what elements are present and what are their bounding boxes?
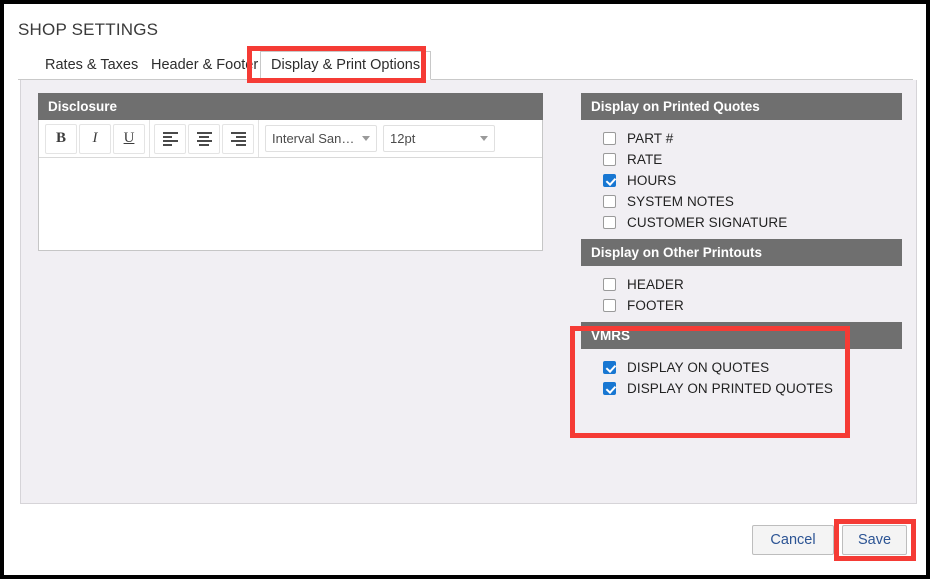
align-left-icon — [163, 132, 178, 146]
tab-rates-and-taxes[interactable]: Rates & Taxes — [34, 51, 149, 80]
option-display-on-quotes[interactable]: DISPLAY ON QUOTES — [581, 357, 902, 378]
option-hours[interactable]: HOURS — [581, 170, 902, 191]
other-printouts-list: HEADER FOOTER — [581, 266, 902, 322]
cancel-button[interactable]: Cancel — [752, 525, 834, 555]
system-notes-checkbox[interactable] — [603, 195, 616, 208]
printed-quotes-list: PART # RATE HOURS SYSTEM NOTES — [581, 120, 902, 239]
option-label: HEADER — [627, 277, 684, 292]
tab-display-and-print-options[interactable]: Display & Print Options — [260, 51, 431, 80]
shop-settings-window: SHOP SETTINGS Rates & Taxes Header & Foo… — [0, 0, 930, 579]
option-rate[interactable]: RATE — [581, 149, 902, 170]
chevron-down-icon — [362, 136, 370, 141]
display-on-printed-quotes-checkbox[interactable] — [603, 382, 616, 395]
option-display-on-printed-quotes[interactable]: DISPLAY ON PRINTED QUOTES — [581, 378, 902, 399]
underline-button[interactable]: U — [113, 124, 145, 154]
tab-strip: Rates & Taxes Header & Footer Display & … — [18, 51, 913, 80]
settings-panel: Disclosure B I U — [20, 80, 917, 504]
font-family-select[interactable]: Interval San… — [265, 125, 377, 152]
font-size-select[interactable]: 12pt — [383, 125, 495, 152]
text-style-group: B I U — [41, 120, 150, 157]
other-printouts-header: Display on Other Printouts — [581, 239, 902, 266]
printed-quotes-header: Display on Printed Quotes — [581, 93, 902, 120]
footer-checkbox[interactable] — [603, 299, 616, 312]
option-header[interactable]: HEADER — [581, 274, 902, 295]
disclosure-section: Disclosure B I U — [38, 93, 543, 251]
bold-icon: B — [56, 130, 66, 147]
display-on-quotes-checkbox[interactable] — [603, 361, 616, 374]
option-system-notes[interactable]: SYSTEM NOTES — [581, 191, 902, 212]
vmrs-header: VMRS — [581, 322, 902, 349]
hours-checkbox[interactable] — [603, 174, 616, 187]
option-label: DISPLAY ON QUOTES — [627, 360, 769, 375]
font-family-value: Interval San… — [272, 131, 354, 146]
bold-button[interactable]: B — [45, 124, 77, 154]
save-button[interactable]: Save — [842, 525, 907, 555]
italic-button[interactable]: I — [79, 124, 111, 154]
alignment-group — [150, 120, 259, 157]
align-center-icon — [197, 132, 212, 146]
font-group: Interval San… 12pt — [259, 120, 501, 157]
display-options-column: Display on Printed Quotes PART # RATE HO… — [581, 93, 902, 413]
header-checkbox[interactable] — [603, 278, 616, 291]
italic-icon: I — [93, 130, 98, 147]
part-number-checkbox[interactable] — [603, 132, 616, 145]
option-label: PART # — [627, 131, 673, 146]
option-customer-signature[interactable]: CUSTOMER SIGNATURE — [581, 212, 902, 233]
other-printouts-section: Display on Other Printouts HEADER FOOTER — [581, 239, 902, 322]
vmrs-section: VMRS DISPLAY ON QUOTES DISPLAY ON PRINTE… — [581, 322, 902, 413]
printed-quotes-section: Display on Printed Quotes PART # RATE HO… — [581, 93, 902, 239]
tab-header-and-footer[interactable]: Header & Footer — [140, 51, 269, 80]
underline-icon: U — [124, 130, 135, 147]
option-label: CUSTOMER SIGNATURE — [627, 215, 787, 230]
option-label: HOURS — [627, 173, 676, 188]
font-size-value: 12pt — [390, 131, 415, 146]
vmrs-list: DISPLAY ON QUOTES DISPLAY ON PRINTED QUO… — [581, 349, 902, 413]
disclosure-editor: B I U — [38, 120, 543, 251]
align-right-button[interactable] — [222, 124, 254, 154]
page-title: SHOP SETTINGS — [18, 20, 158, 40]
disclosure-section-header: Disclosure — [38, 93, 543, 120]
customer-signature-checkbox[interactable] — [603, 216, 616, 229]
editor-toolbar: B I U — [39, 120, 542, 158]
disclosure-text-area[interactable] — [39, 158, 542, 250]
rate-checkbox[interactable] — [603, 153, 616, 166]
chevron-down-icon — [480, 136, 488, 141]
option-label: FOOTER — [627, 298, 684, 313]
option-label: RATE — [627, 152, 662, 167]
align-left-button[interactable] — [154, 124, 186, 154]
option-label: SYSTEM NOTES — [627, 194, 734, 209]
align-right-icon — [231, 132, 246, 146]
option-label: DISPLAY ON PRINTED QUOTES — [627, 381, 833, 396]
option-part-number[interactable]: PART # — [581, 128, 902, 149]
align-center-button[interactable] — [188, 124, 220, 154]
option-footer[interactable]: FOOTER — [581, 295, 902, 316]
